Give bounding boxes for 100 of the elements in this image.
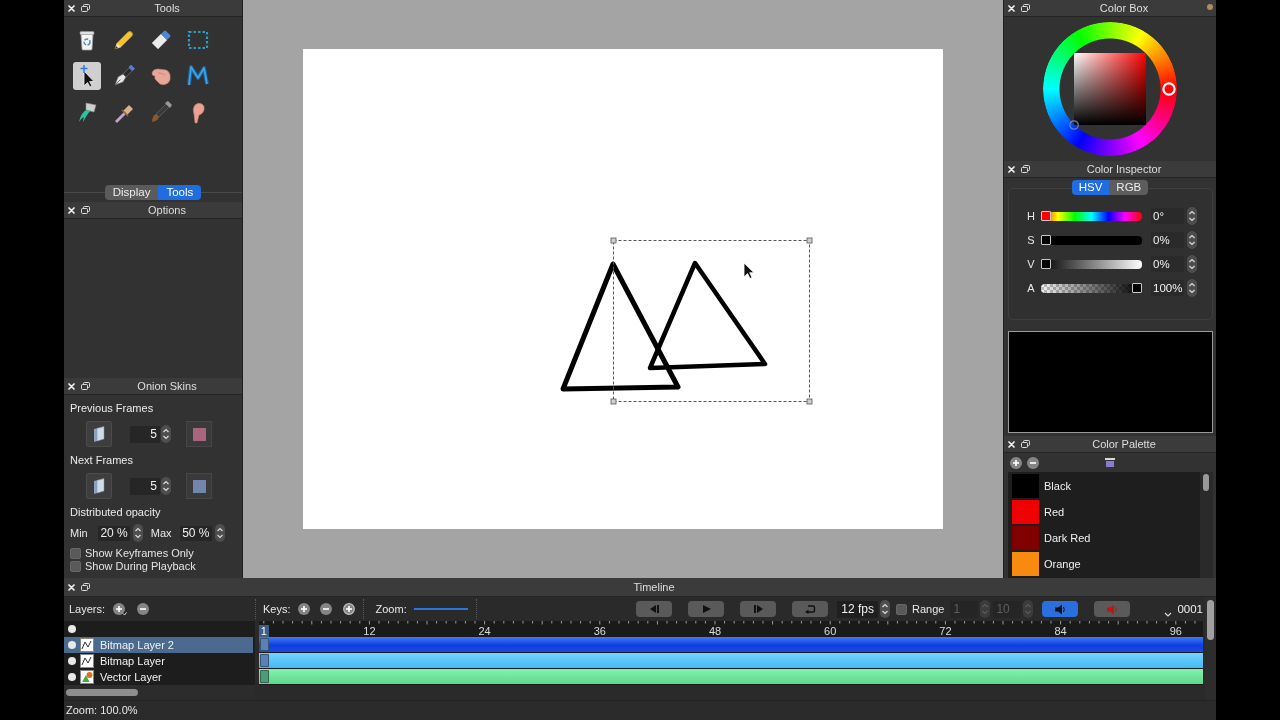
- section-label: Distributed opacity: [70, 505, 161, 519]
- add-key-icon[interactable]: [297, 603, 310, 615]
- scrollbar[interactable]: [1200, 472, 1213, 578]
- dot-icon: [1207, 4, 1213, 10]
- float-icon[interactable]: [1021, 440, 1030, 448]
- selection-handle[interactable]: [806, 237, 813, 244]
- caret-icon[interactable]: [1164, 612, 1173, 617]
- onion-toggle-button[interactable]: [86, 473, 112, 499]
- checkbox[interactable]: [70, 561, 81, 572]
- visibility-dot-icon[interactable]: [68, 673, 76, 681]
- panel-title: Timeline: [633, 580, 675, 594]
- keyframe-marker[interactable]: [260, 654, 269, 667]
- number-field[interactable]: 5: [130, 477, 160, 495]
- float-icon[interactable]: [1021, 165, 1030, 173]
- next-frame-button[interactable]: [740, 601, 777, 617]
- stepper-icon[interactable]: [1187, 279, 1197, 297]
- section-label: Previous Frames: [70, 401, 154, 415]
- stepper-icon[interactable]: [161, 425, 171, 443]
- value-field[interactable]: 0%: [1151, 232, 1184, 248]
- selection-handle[interactable]: [610, 237, 617, 244]
- sound-button[interactable]: [1042, 601, 1079, 617]
- close-icon[interactable]: [68, 4, 75, 12]
- play-button[interactable]: [688, 601, 725, 617]
- number-field[interactable]: 50 %: [179, 525, 212, 541]
- tool-button[interactable]: [72, 62, 101, 90]
- frame-ruler[interactable]: 1 12 24 36 48 60 72 84 96: [259, 621, 1203, 637]
- mode-tab[interactable]: RGB: [1109, 180, 1149, 195]
- onion-toggle-button[interactable]: [86, 421, 112, 447]
- selection-rectangle[interactable]: [613, 240, 810, 402]
- add-layer-icon[interactable]: [113, 602, 128, 616]
- close-icon[interactable]: [68, 382, 75, 390]
- checkbox[interactable]: [70, 548, 81, 559]
- slider-thumb[interactable]: [1041, 211, 1051, 221]
- layer-track[interactable]: [259, 637, 1203, 653]
- saturation-value-square[interactable]: [1074, 53, 1146, 125]
- float-icon[interactable]: [81, 4, 90, 12]
- scrollbar[interactable]: [64, 685, 255, 700]
- float-icon[interactable]: [81, 206, 90, 214]
- stepper-icon[interactable]: [880, 600, 890, 618]
- color-button[interactable]: [186, 473, 212, 499]
- duplicate-key-icon[interactable]: [342, 603, 355, 615]
- loop-button[interactable]: [792, 601, 829, 617]
- channel-label: V: [1026, 257, 1036, 271]
- close-icon[interactable]: [1008, 165, 1015, 173]
- stepper-icon[interactable]: [161, 477, 171, 495]
- close-icon[interactable]: [68, 206, 75, 214]
- stepper-icon[interactable]: [1187, 231, 1197, 249]
- previous-frame-button[interactable]: [636, 601, 673, 617]
- panel-title: Color Palette: [1092, 437, 1156, 451]
- stepper-icon[interactable]: [214, 524, 225, 542]
- float-icon[interactable]: [81, 583, 90, 591]
- panel-tab[interactable]: Display: [104, 185, 159, 200]
- layer-track[interactable]: [259, 669, 1203, 685]
- stepper-icon[interactable]: [1187, 255, 1197, 273]
- keyframe-marker[interactable]: [260, 670, 269, 683]
- float-icon[interactable]: [81, 382, 90, 390]
- frame-counter: 0001: [1177, 602, 1203, 616]
- color-button[interactable]: [186, 421, 212, 447]
- stepper-icon[interactable]: [132, 524, 143, 542]
- close-icon[interactable]: [1008, 4, 1015, 12]
- value-slider[interactable]: [1041, 259, 1142, 269]
- layer-row[interactable]: Bitmap Layer 2: [64, 637, 253, 653]
- close-icon[interactable]: [68, 583, 75, 591]
- slider-thumb[interactable]: [1041, 235, 1051, 245]
- remove-key-icon[interactable]: [319, 603, 332, 615]
- visibility-dot-icon[interactable]: [68, 625, 76, 633]
- selection-handle[interactable]: [806, 398, 813, 405]
- remove-layer-icon[interactable]: [137, 603, 150, 615]
- scrollbar-thumb[interactable]: [1207, 600, 1214, 640]
- hue-slider[interactable]: [1041, 211, 1142, 221]
- mode-tab[interactable]: HSV: [1071, 180, 1110, 195]
- scrollbar-thumb[interactable]: [66, 689, 138, 696]
- slider-thumb[interactable]: [1132, 283, 1142, 293]
- slider-thumb[interactable]: [1041, 259, 1051, 269]
- selection-handle[interactable]: [610, 398, 617, 405]
- number-field[interactable]: 20 %: [97, 525, 130, 541]
- fps-field[interactable]: 12 fps: [837, 600, 878, 618]
- saturation-slider[interactable]: [1041, 235, 1142, 245]
- number-field[interactable]: 5: [130, 425, 160, 443]
- keyframe-marker[interactable]: [260, 638, 269, 651]
- visibility-dot-icon[interactable]: [68, 657, 76, 665]
- panel-tab[interactable]: Tools: [158, 185, 202, 200]
- visibility-dot-icon[interactable]: [68, 641, 76, 649]
- hue-handle-icon[interactable]: [1162, 82, 1176, 96]
- value-field[interactable]: 0%: [1151, 256, 1184, 272]
- value-field[interactable]: 0°: [1151, 208, 1184, 224]
- alpha-slider[interactable]: [1041, 283, 1142, 293]
- color-name: Orange: [1044, 557, 1081, 571]
- color-handle-icon[interactable]: [1069, 120, 1079, 130]
- add-icon[interactable]: [1010, 456, 1022, 469]
- list-view-icon[interactable]: [1105, 457, 1115, 468]
- scrollbar-thumb[interactable]: [1203, 474, 1209, 491]
- layer-name: Vector Layer: [100, 670, 162, 684]
- value-field[interactable]: 100%: [1151, 280, 1184, 296]
- float-icon[interactable]: [1021, 4, 1030, 12]
- layer-track[interactable]: [259, 653, 1203, 669]
- remove-icon[interactable]: [1027, 456, 1039, 469]
- color-name: Red: [1044, 505, 1065, 519]
- stepper-icon[interactable]: [1187, 207, 1197, 225]
- close-icon[interactable]: [1008, 440, 1015, 448]
